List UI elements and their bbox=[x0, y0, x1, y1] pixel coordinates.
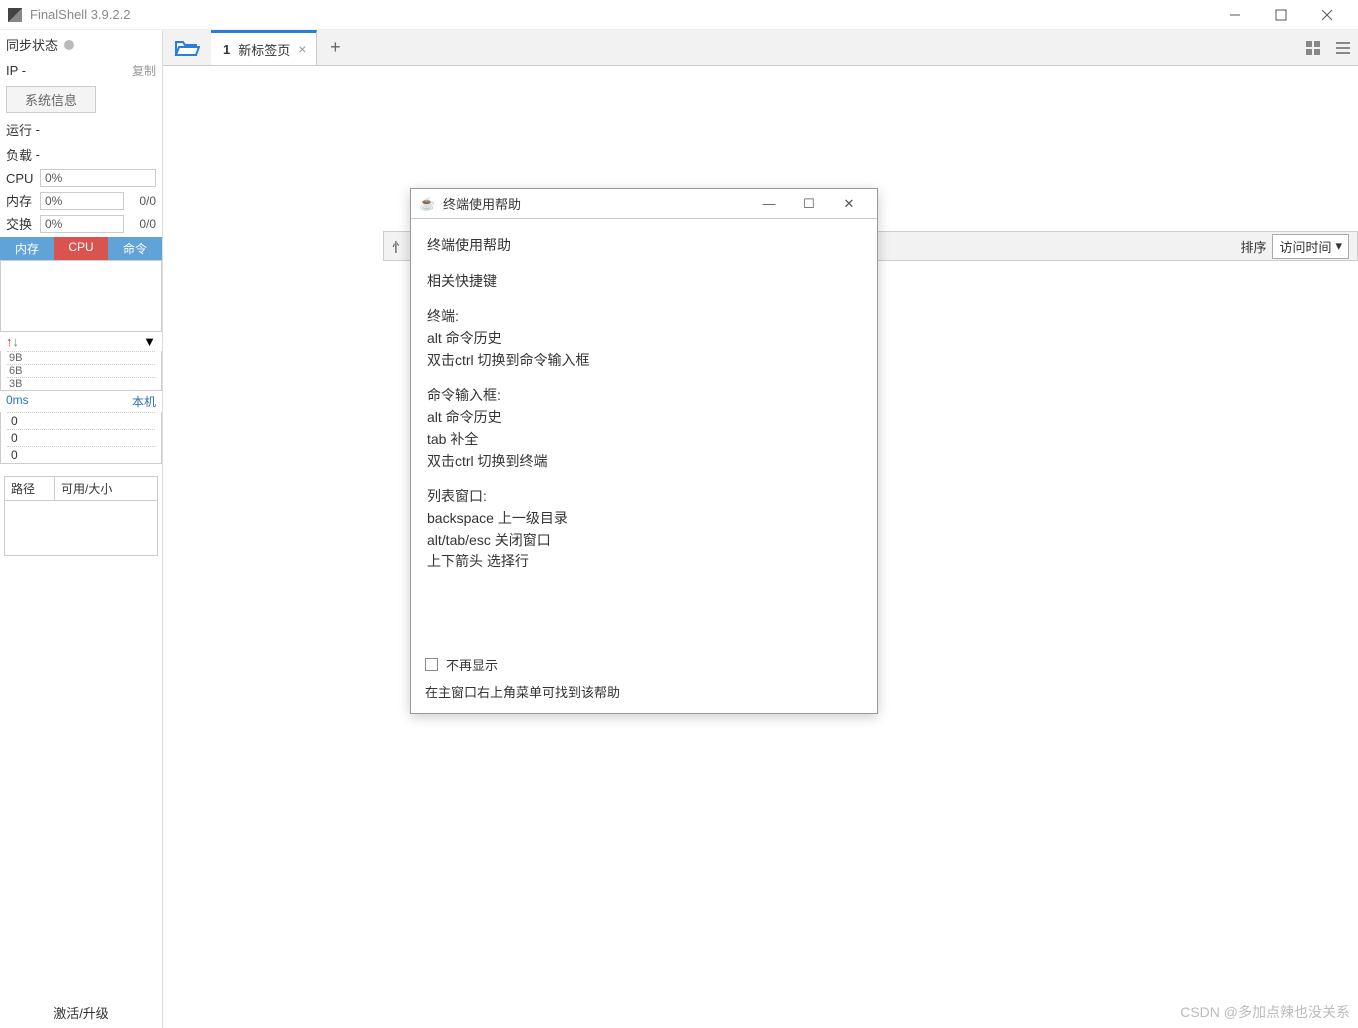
tab-close-icon[interactable]: × bbox=[298, 41, 306, 57]
dialog-heading: 终端使用帮助 bbox=[427, 235, 861, 257]
sort-label: 排序 bbox=[1240, 237, 1266, 256]
monitor-chart bbox=[0, 260, 162, 332]
cpu-row: CPU 0% bbox=[0, 167, 162, 189]
cpu-value: 0% bbox=[40, 169, 156, 187]
watermark: CSDN @多加点辣也没关系 bbox=[1180, 1002, 1350, 1022]
activate-link[interactable]: 激活/升级 bbox=[0, 997, 162, 1028]
app-title: FinalShell 3.9.2.2 bbox=[30, 7, 1212, 22]
ping-val-0: 0 bbox=[7, 412, 155, 429]
section-input: 命令输入框: alt 命令历史 tab 补全 双击ctrl 切换到终端 bbox=[427, 385, 861, 472]
run-value: - bbox=[36, 122, 40, 137]
java-icon bbox=[419, 196, 435, 212]
size-col-header[interactable]: 可用/大小 bbox=[55, 477, 118, 500]
load-value: - bbox=[36, 147, 40, 162]
path-col-header[interactable]: 路径 bbox=[5, 477, 55, 500]
checkbox-label: 不再显示 bbox=[446, 655, 498, 674]
list-view-icon[interactable] bbox=[1328, 30, 1358, 65]
mem-row: 内存 0% 0/0 bbox=[0, 189, 162, 212]
section-list: 列表窗口: backspace 上一级目录 alt/tab/esc 关闭窗口 上… bbox=[427, 486, 861, 573]
cpu-label: CPU bbox=[6, 171, 36, 186]
dialog-close-button[interactable]: ✕ bbox=[829, 196, 869, 212]
swap-row: 交换 0% 0/0 bbox=[0, 212, 162, 235]
load-label: 负载 bbox=[6, 145, 32, 164]
swap-value: 0% bbox=[40, 215, 124, 233]
tabbar: 1 新标签页 × + bbox=[163, 30, 1358, 66]
tick-2: 3B bbox=[7, 377, 155, 390]
ping-row: 0ms 本机 bbox=[0, 391, 162, 412]
sidebar: 同步状态 IP - 复制 系统信息 运行 - 负载 - CPU 0% 内存 0%… bbox=[0, 30, 163, 1028]
dialog-minimize-button[interactable]: — bbox=[749, 196, 789, 211]
sync-status-dot bbox=[64, 40, 74, 50]
ping-val-1: 0 bbox=[7, 429, 155, 446]
help-dialog: 终端使用帮助 — ☐ ✕ 终端使用帮助 相关快捷键 终端: alt 命令历史 双… bbox=[410, 188, 878, 714]
ip-row: IP - 复制 bbox=[0, 59, 162, 82]
add-tab-button[interactable]: + bbox=[317, 30, 353, 65]
dont-show-checkbox[interactable]: 不再显示 bbox=[425, 655, 863, 674]
graph-ticks: 9B 6B 3B bbox=[0, 351, 162, 391]
sync-status-label: 同步状态 bbox=[6, 35, 58, 54]
system-info-button[interactable]: 系统信息 bbox=[6, 86, 96, 113]
ping-values: 0 0 0 bbox=[0, 412, 162, 464]
app-icon bbox=[8, 8, 22, 22]
path-box: 路径 可用/大小 bbox=[4, 476, 158, 556]
swap-ratio: 0/0 bbox=[128, 217, 156, 231]
monitor-tabs: 内存 CPU 命令 bbox=[0, 237, 162, 260]
mem-ratio: 0/0 bbox=[128, 194, 156, 208]
chevron-down-icon: ▾ bbox=[1335, 238, 1342, 254]
close-button[interactable] bbox=[1304, 0, 1350, 30]
checkbox-icon bbox=[425, 658, 438, 671]
tick-0: 9B bbox=[7, 351, 155, 364]
network-row: ↑ ↓ ▼ bbox=[0, 332, 162, 351]
run-label: 运行 bbox=[6, 120, 32, 139]
dialog-footer: 不再显示 在主窗口右上角菜单可找到该帮助 bbox=[411, 649, 877, 713]
minimize-button[interactable] bbox=[1212, 0, 1258, 30]
dialog-maximize-button[interactable]: ☐ bbox=[789, 196, 829, 212]
tab-mem[interactable]: 内存 bbox=[0, 237, 54, 260]
copy-button[interactable]: 复制 bbox=[132, 62, 156, 79]
ping-ms: 0ms bbox=[6, 393, 29, 410]
tab-number: 1 bbox=[223, 42, 230, 57]
tick-1: 6B bbox=[7, 364, 155, 377]
sort-value: 访问时间 bbox=[1279, 237, 1331, 256]
dialog-subheading: 相关快捷键 bbox=[427, 271, 861, 293]
ip-value: - bbox=[22, 63, 26, 78]
dialog-hint: 在主窗口右上角菜单可找到该帮助 bbox=[425, 682, 863, 701]
sort-select[interactable]: 访问时间 ▾ bbox=[1272, 234, 1349, 259]
grid-view-icon[interactable] bbox=[1298, 30, 1328, 65]
swap-label: 交换 bbox=[6, 214, 36, 233]
mem-label: 内存 bbox=[6, 191, 36, 210]
tab-cpu[interactable]: CPU bbox=[54, 237, 108, 260]
run-row: 运行 - bbox=[0, 117, 162, 142]
download-icon: ↓ bbox=[13, 334, 20, 349]
open-folder-button[interactable] bbox=[163, 30, 211, 65]
dropdown-icon[interactable]: ▼ bbox=[143, 334, 156, 349]
toolbar-left-fragment: 忄 bbox=[392, 237, 405, 256]
dialog-title: 终端使用帮助 bbox=[443, 194, 749, 213]
tab-cmd[interactable]: 命令 bbox=[108, 237, 162, 260]
sync-status-row: 同步状态 bbox=[0, 30, 162, 59]
load-row: 负载 - bbox=[0, 142, 162, 167]
tab-1[interactable]: 1 新标签页 × bbox=[211, 30, 317, 65]
dialog-body: 终端使用帮助 相关快捷键 终端: alt 命令历史 双击ctrl 切换到命令输入… bbox=[411, 219, 877, 649]
section-terminal: 终端: alt 命令历史 双击ctrl 切换到命令输入框 bbox=[427, 306, 861, 371]
maximize-button[interactable] bbox=[1258, 0, 1304, 30]
window-controls bbox=[1212, 0, 1350, 30]
ping-host: 本机 bbox=[132, 393, 156, 410]
ip-label: IP bbox=[6, 63, 18, 78]
ping-val-2: 0 bbox=[7, 446, 155, 463]
tab-label: 新标签页 bbox=[238, 40, 290, 59]
mem-value: 0% bbox=[40, 192, 124, 210]
titlebar: FinalShell 3.9.2.2 bbox=[0, 0, 1358, 30]
dialog-titlebar[interactable]: 终端使用帮助 — ☐ ✕ bbox=[411, 189, 877, 219]
